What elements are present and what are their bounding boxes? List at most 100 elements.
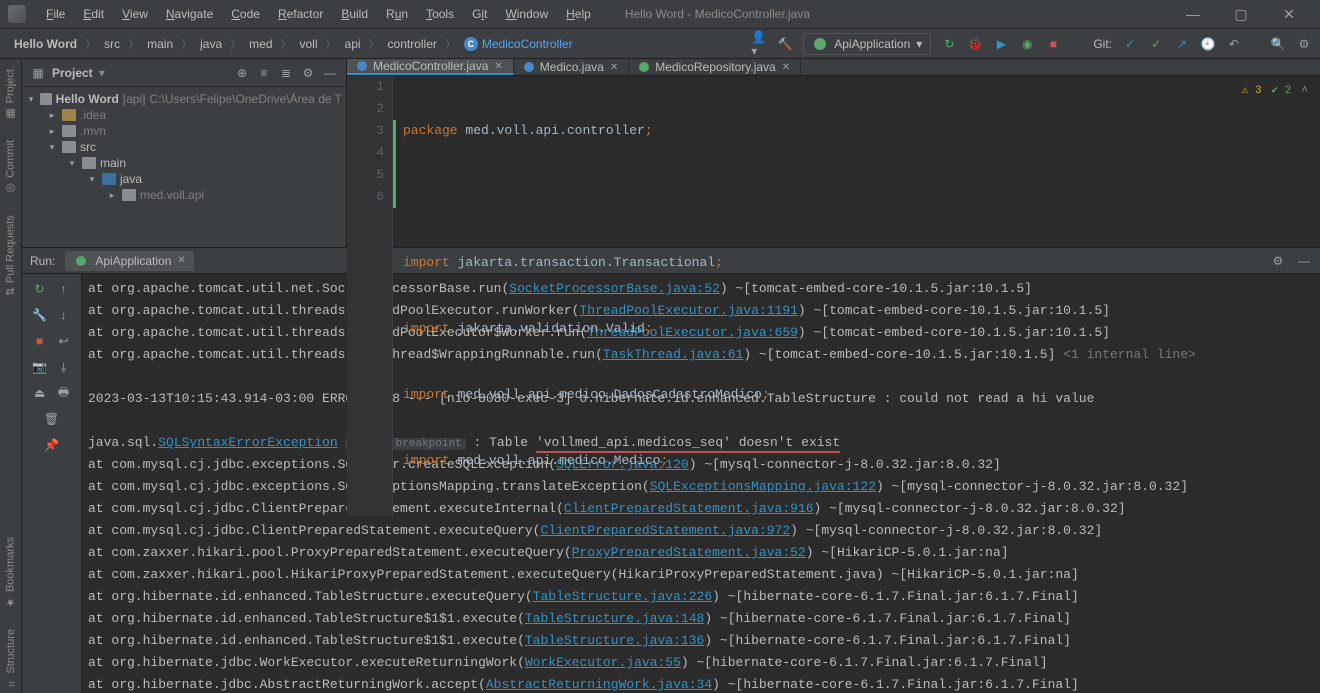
select-opened-file-icon[interactable]: ⊕ [234, 65, 250, 81]
down-icon[interactable]: ↓ [55, 306, 73, 324]
crumb-med[interactable]: med [243, 35, 278, 53]
crumb-voll[interactable]: voll [294, 35, 324, 53]
stacktrace-link[interactable]: TableStructure.java:226 [533, 589, 712, 604]
stacktrace-link[interactable]: TableStructure.java:148 [525, 611, 704, 626]
run-config-selector[interactable]: ApiApplication ▾ [803, 33, 931, 55]
menu-view[interactable]: View [114, 3, 156, 25]
menu-git[interactable]: Git [464, 3, 495, 25]
close-icon[interactable]: ✕ [610, 62, 618, 73]
crumb-class[interactable]: C MedicoController [458, 35, 579, 53]
settings-icon[interactable]: ⚙ [1296, 36, 1312, 52]
profile-icon[interactable]: ◉ [1019, 36, 1035, 52]
collapse-all-icon[interactable]: ≣ [278, 65, 294, 81]
menubar: File Edit View Navigate Code Refactor Bu… [0, 0, 1320, 29]
vcs-commit-icon[interactable]: ✓ [1148, 36, 1164, 52]
menu-edit[interactable]: Edit [75, 3, 112, 25]
crumb-api[interactable]: api [339, 35, 367, 53]
crumb-src[interactable]: src [98, 35, 126, 53]
tree-src[interactable]: ▾ src [22, 139, 346, 155]
close-icon[interactable]: ✕ [494, 61, 502, 72]
menu-tools[interactable]: Tools [418, 3, 462, 25]
wrap-icon[interactable]: ↩ [55, 332, 73, 350]
print-icon[interactable]: 🖶 [55, 384, 73, 402]
trash-icon[interactable]: 🗑 [43, 410, 61, 428]
spring-icon [73, 253, 89, 269]
stop-icon[interactable]: ■ [1045, 36, 1061, 52]
tool-pull-requests[interactable]: ⇅Pull Requests [4, 211, 17, 300]
crumb-controller[interactable]: controller [382, 35, 443, 53]
menu-build[interactable]: Build [333, 3, 376, 25]
settings-icon[interactable]: ⚙ [300, 65, 316, 81]
tree-idea[interactable]: ▸ .idea [22, 107, 346, 123]
window-close[interactable]: ✕ [1266, 6, 1312, 23]
folder-icon [62, 125, 76, 137]
tree-java[interactable]: ▾ java [22, 171, 346, 187]
tab-medicocontroller[interactable]: MedicoController.java ✕ [347, 59, 514, 75]
crumb-main[interactable]: main [141, 35, 179, 53]
tree-package[interactable]: ▸ med.voll.api [22, 187, 346, 203]
stacktrace-link[interactable]: TableStructure.java:136 [525, 633, 704, 648]
code-with-me-icon[interactable]: 👤▾ [751, 36, 767, 52]
expand-all-icon[interactable]: ≡ [256, 65, 272, 81]
vcs-history-icon[interactable]: 🕘 [1200, 36, 1216, 52]
tree-root[interactable]: ▾ Hello Word [api] C:\Users\Felipe\OneDr… [22, 91, 346, 107]
stacktrace-link[interactable]: ClientPreparedStatement.java:972 [540, 523, 790, 538]
build-icon[interactable]: 🔨 [777, 36, 793, 52]
folder-icon [62, 141, 76, 153]
chevron-up-icon[interactable]: ˄ [1301, 80, 1308, 102]
vcs-rollback-icon[interactable]: ↶ [1226, 36, 1242, 52]
tool-structure[interactable]: ⌗Structure [5, 625, 17, 693]
tree-main[interactable]: ▾ main [22, 155, 346, 171]
pin-icon[interactable]: 📌 [43, 436, 61, 454]
close-icon[interactable]: ✕ [782, 62, 790, 73]
package-icon [122, 189, 136, 201]
file-tabs: MedicoController.java ✕ Medico.java ✕ Me… [347, 59, 1320, 76]
rerun-icon[interactable]: ↻ [31, 280, 49, 298]
line-gutter: 1 2 3 4 5 6 [347, 76, 393, 516]
hide-icon[interactable]: — [322, 65, 338, 81]
stacktrace-link[interactable]: WorkExecutor.java:55 [525, 655, 681, 670]
window-maximize[interactable]: ▢ [1218, 6, 1264, 23]
tool-project[interactable]: ▦Project [4, 65, 17, 124]
stacktrace-link[interactable]: ProxyPreparedStatement.java:52 [572, 545, 806, 560]
window-title: Hello Word - MedicoController.java [625, 7, 810, 21]
exit-icon[interactable]: ⏏ [31, 384, 49, 402]
menu-help[interactable]: Help [558, 3, 599, 25]
tab-medicorepository[interactable]: MedicoRepository.java ✕ [629, 59, 801, 75]
menu-file[interactable]: File [38, 3, 73, 25]
crumb-project[interactable]: Hello Word [8, 35, 83, 53]
stacktrace-link[interactable]: AbstractReturningWork.java:34 [486, 677, 712, 692]
editor-area: MedicoController.java ✕ Medico.java ✕ Me… [347, 59, 1320, 247]
code-editor[interactable]: 1 2 3 4 5 6 package med.voll.api.control… [347, 76, 1320, 516]
scroll-end-icon[interactable]: ⤓ [55, 358, 73, 376]
tool-commit[interactable]: ◎Commit [4, 136, 17, 199]
search-icon[interactable]: 🔍 [1270, 36, 1286, 52]
chevron-down-icon: ▾ [916, 37, 922, 51]
menu-run[interactable]: Run [378, 3, 416, 25]
run-toolbar: ↻ ↑ 🔧 ↓ ■ ↩ 📷 ⤓ ⏏ 🖶 🗑 📌 [22, 274, 82, 693]
menu-window[interactable]: Window [497, 3, 556, 25]
coverage-icon[interactable]: ▶ [993, 36, 1009, 52]
menu-code[interactable]: Code [223, 3, 268, 25]
actions-icon[interactable]: 🔧 [31, 306, 49, 324]
exception-link[interactable]: SQLSyntaxErrorException [158, 435, 337, 450]
up-icon[interactable]: ↑ [55, 280, 73, 298]
crumb-java[interactable]: java [194, 35, 228, 53]
stop-icon[interactable]: ■ [31, 332, 49, 350]
tree-mvn[interactable]: ▸ .mvn [22, 123, 346, 139]
menu-navigate[interactable]: Navigate [158, 3, 221, 25]
window-minimize[interactable]: — [1170, 6, 1216, 22]
chevron-down-icon[interactable]: ▾ [99, 66, 105, 80]
debug-icon[interactable]: 🐞 [967, 36, 983, 52]
inspection-widget[interactable]: ⚠ 3 ✔ 2 ˄ [1242, 80, 1308, 102]
rerun-icon[interactable]: ↻ [941, 36, 957, 52]
tab-medico[interactable]: Medico.java ✕ [514, 59, 629, 75]
tool-bookmarks[interactable]: ★Bookmarks [4, 533, 17, 613]
menu-refactor[interactable]: Refactor [270, 3, 331, 25]
project-pane-title[interactable]: Project [52, 66, 93, 80]
vcs-update-icon[interactable]: ✓ [1122, 36, 1138, 52]
vcs-push-icon[interactable]: ↗ [1174, 36, 1190, 52]
close-icon[interactable]: ✕ [177, 255, 185, 266]
dump-icon[interactable]: 📷 [31, 358, 49, 376]
run-tab[interactable]: ApiApplication ✕ [65, 251, 193, 271]
